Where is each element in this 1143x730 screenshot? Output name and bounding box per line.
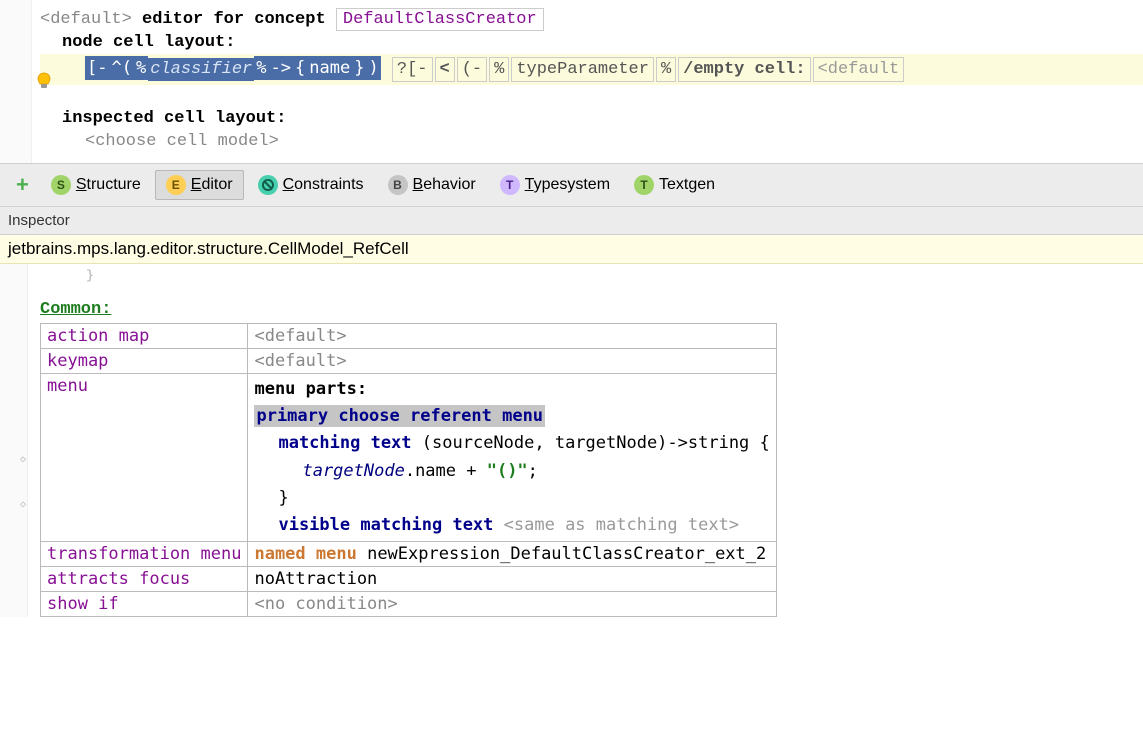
cell-token[interactable]: { (293, 56, 307, 80)
named-menu-value[interactable]: newExpression_DefaultClassCreator_ext_2 (367, 544, 766, 564)
add-aspect-button[interactable]: + (8, 172, 37, 198)
cell-token[interactable]: } (352, 56, 366, 80)
tab-constraints[interactable]: Constraints (248, 171, 374, 199)
code-semicolon: ; (528, 461, 538, 481)
tab-badge-icon: B (388, 175, 408, 195)
table-row[interactable]: show if <no condition> (41, 592, 777, 617)
fold-chevron-icon[interactable]: ◇ (20, 454, 30, 464)
cell-name[interactable]: name (307, 56, 352, 80)
prop-key-keymap: keymap (41, 349, 248, 374)
cell-default-tail[interactable]: <default (813, 57, 905, 82)
named-menu-keyword: named menu (254, 544, 356, 564)
cell-token[interactable]: % (656, 57, 676, 82)
node-cell-layout-label-line: node cell layout: (40, 31, 1143, 54)
prop-val-keymap[interactable]: <default> (248, 349, 776, 374)
tab-editor[interactable]: E Editor (155, 170, 244, 200)
menu-parts-label: menu parts: (254, 376, 769, 403)
cell-token[interactable]: % (254, 56, 268, 80)
tab-label: Behavior (413, 176, 476, 194)
properties-table: action map <default> keymap <default> me… (40, 323, 777, 617)
tab-label: Typesystem (525, 176, 610, 194)
tab-label: Constraints (283, 176, 364, 194)
cell-token[interactable]: ^( (109, 56, 133, 80)
cell-empty-label[interactable]: /empty cell: (678, 57, 810, 82)
code-close-brace: } (254, 485, 769, 512)
common-section-label: Common: (40, 300, 111, 319)
tab-badge-icon: S (51, 175, 71, 195)
node-cell-layout-label: node cell layout: (62, 33, 235, 52)
prop-key-action-map: action map (41, 324, 248, 349)
cell-token[interactable]: ) (366, 56, 380, 80)
prop-key-transformation: transformation menu (41, 542, 248, 567)
tab-structure[interactable]: S Structure (41, 171, 151, 199)
editor-gutter (0, 0, 32, 163)
prop-val-attracts[interactable]: noAttraction (248, 567, 776, 592)
tab-badge-icon: T (634, 175, 654, 195)
cell-token[interactable]: % (134, 56, 148, 80)
cell-token[interactable]: (- (457, 57, 487, 82)
inspected-cell-layout-label: inspected cell layout: (62, 109, 286, 128)
cell-token[interactable]: % (489, 57, 509, 82)
cell-token[interactable]: -> (269, 56, 293, 80)
code-targetnode[interactable]: targetNode (302, 461, 404, 481)
code-string-literal[interactable]: "()" (487, 461, 528, 481)
code-dot-name[interactable]: .name + (405, 461, 487, 481)
cell-ref-classifier[interactable]: classifier (148, 58, 254, 81)
table-row[interactable]: menu menu parts: primary choose referent… (41, 374, 777, 542)
cell-token[interactable]: [- (85, 56, 109, 80)
inspector-gutter: ◇ ◇ (0, 264, 28, 617)
prop-val-menu[interactable]: menu parts: primary choose referent menu… (248, 374, 776, 542)
tab-behavior[interactable]: B Behavior (378, 171, 486, 199)
tab-badge-icon: T (500, 175, 520, 195)
prop-val-transformation[interactable]: named menu newExpression_DefaultClassCre… (248, 542, 776, 567)
cell-typeparam[interactable]: typeParameter (511, 57, 654, 82)
inspector-header: Inspector (0, 207, 1143, 235)
spacer-line (40, 85, 1143, 107)
inspector-body: ◇ ◇ } Common: action map <default> keyma… (0, 264, 1143, 617)
table-row[interactable]: transformation menu named menu newExpres… (41, 542, 777, 567)
table-row[interactable]: attracts focus noAttraction (41, 567, 777, 592)
editor-area: <default> editor for concept DefaultClas… (0, 0, 1143, 163)
choose-cell-model[interactable]: <choose cell model> (85, 132, 279, 151)
stray-brace: } (86, 268, 94, 283)
visible-matching-text-label: visible matching text (278, 515, 493, 535)
concept-declaration-line[interactable]: <default> editor for concept DefaultClas… (40, 8, 1143, 31)
prop-val-action-map[interactable]: <default> (248, 324, 776, 349)
intention-bulb-icon[interactable] (35, 72, 53, 92)
concept-name[interactable]: DefaultClassCreator (336, 8, 544, 31)
prop-key-attracts: attracts focus (41, 567, 248, 592)
menu-parts-block: menu parts: primary choose referent menu… (254, 376, 769, 539)
visible-matching-text-value[interactable]: <same as matching text> (504, 515, 739, 535)
node-cell-layout-row[interactable]: [-^(%classifier%->{name}) ?[-<(-%typePar… (40, 54, 1143, 85)
tab-label: Editor (191, 176, 233, 194)
cell-token[interactable]: < (435, 57, 455, 82)
cell-token[interactable]: ?[- (392, 57, 433, 82)
prop-val-showif[interactable]: <no condition> (248, 592, 776, 617)
prop-key-showif: show if (41, 592, 248, 617)
aspect-tabs-bar: + S Structure E Editor Constraints B Beh… (0, 163, 1143, 207)
default-prefix: <default> (40, 10, 132, 29)
tab-badge-icon: E (166, 175, 186, 195)
tab-label: Textgen (659, 176, 715, 194)
tab-typesystem[interactable]: T Typesystem (490, 171, 620, 199)
matching-text-label: matching text (278, 433, 411, 453)
matching-text-params[interactable]: (sourceNode, targetNode)->string { (422, 433, 770, 453)
tab-label: Structure (76, 176, 141, 194)
table-row[interactable]: action map <default> (41, 324, 777, 349)
fold-chevron-icon[interactable]: ◇ (20, 499, 30, 509)
tab-badge-icon (258, 175, 278, 195)
inspected-cell-layout-label-line: inspected cell layout: (40, 107, 1143, 130)
tab-textgen[interactable]: T Textgen (624, 171, 725, 199)
inspector-path: jetbrains.mps.lang.editor.structure.Cell… (0, 235, 1143, 264)
choose-cell-model-line[interactable]: <choose cell model> (40, 130, 1143, 153)
table-row[interactable]: keymap <default> (41, 349, 777, 374)
primary-choose-referent-menu[interactable]: primary choose referent menu (254, 405, 545, 427)
prop-key-menu: menu (41, 374, 248, 542)
editor-for-concept-label: editor for concept (142, 10, 326, 29)
